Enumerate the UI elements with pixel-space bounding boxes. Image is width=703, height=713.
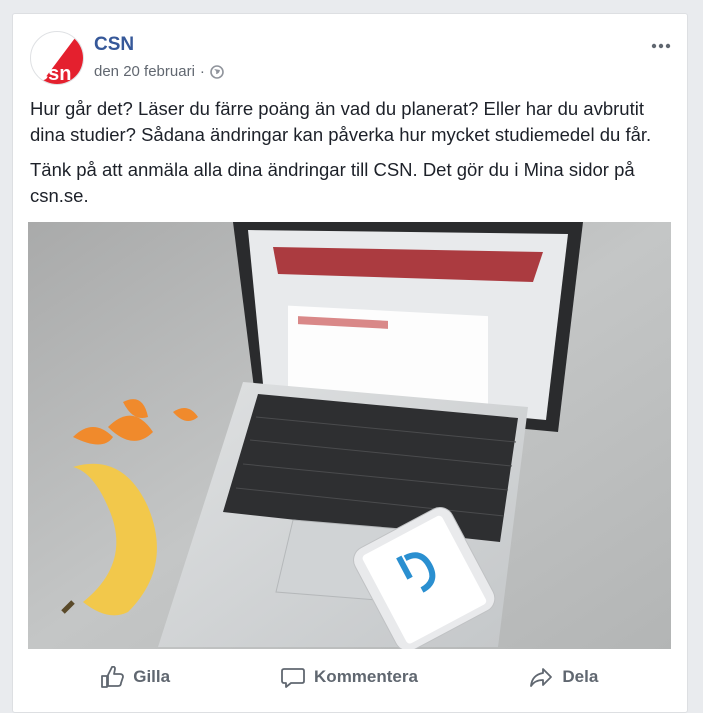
thumbs-up-icon — [101, 666, 125, 688]
post-card: csn CSN den 20 februari · Hur går det? L… — [12, 13, 688, 713]
globe-icon[interactable] — [210, 64, 224, 79]
post-actions: Gilla Kommentera Dela — [28, 657, 671, 697]
laptop-photo — [28, 222, 671, 649]
post-text: Hur går det? Läser du färre poäng än vad… — [30, 96, 670, 218]
like-button[interactable]: Gilla — [28, 666, 242, 688]
avatar[interactable]: csn — [30, 31, 84, 85]
share-icon — [530, 668, 553, 687]
post-header: csn CSN den 20 februari · — [30, 31, 675, 87]
svg-text:csn: csn — [37, 63, 71, 85]
meta-separator: · — [199, 63, 205, 80]
post-paragraph-1: Hur går det? Läser du färre poäng än vad… — [30, 98, 652, 145]
post-photo[interactable] — [28, 222, 671, 649]
csn-logo: csn — [37, 38, 83, 85]
comment-button[interactable]: Kommentera — [242, 666, 456, 688]
more-options-icon[interactable] — [647, 35, 675, 57]
like-label: Gilla — [133, 667, 171, 686]
share-button[interactable]: Dela — [457, 666, 671, 688]
comment-label: Kommentera — [314, 667, 418, 686]
post-meta: den 20 februari · — [94, 63, 224, 80]
author-name[interactable]: CSN — [94, 34, 134, 56]
post-date[interactable]: den 20 februari — [94, 63, 195, 80]
post-paragraph-2: Tänk på att anmäla alla dina ändringar t… — [30, 159, 635, 206]
share-label: Dela — [562, 667, 599, 686]
comment-icon — [281, 668, 305, 688]
